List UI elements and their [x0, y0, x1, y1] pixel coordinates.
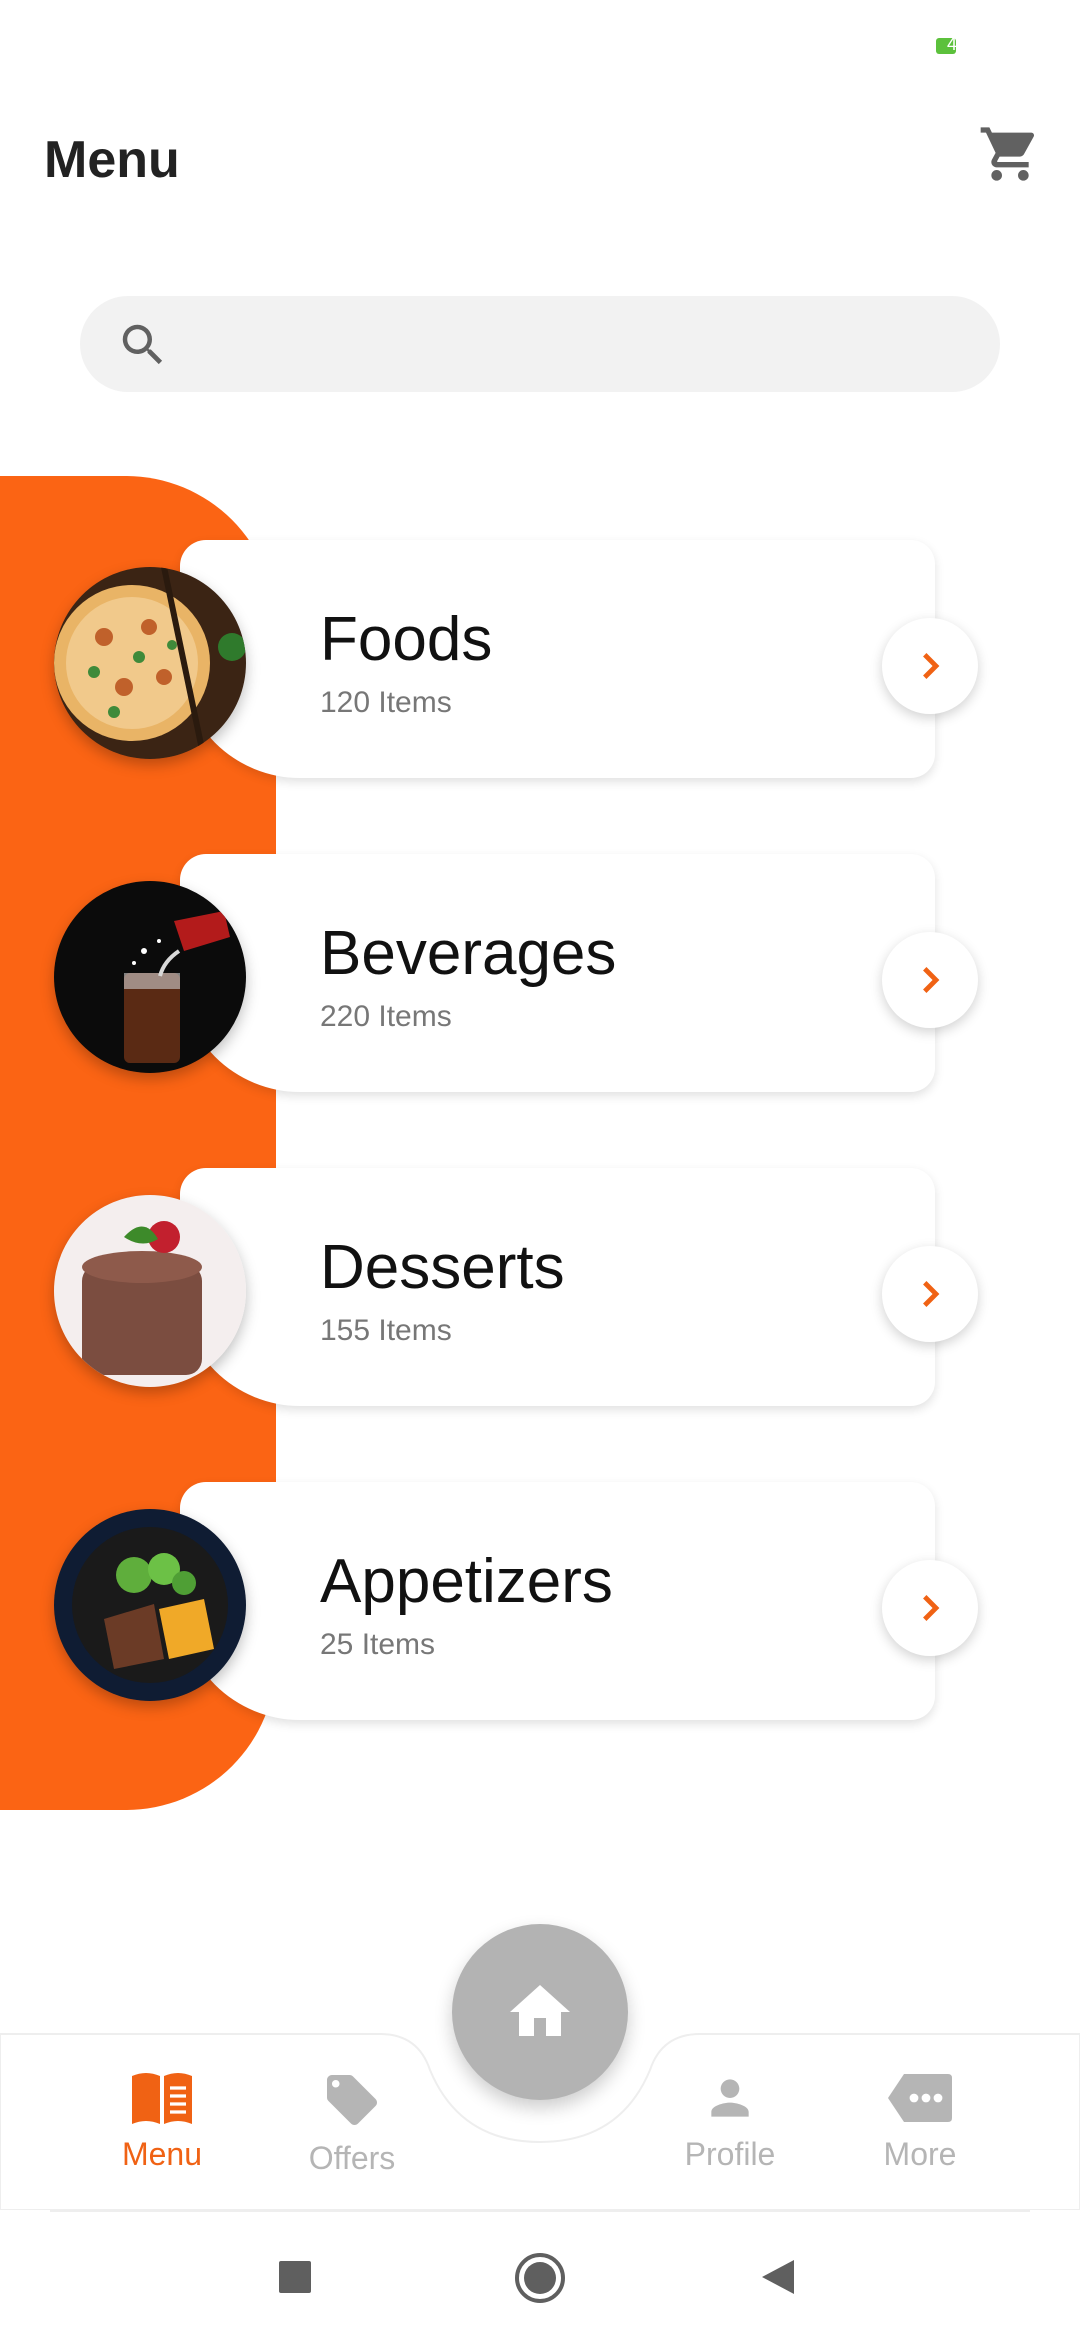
category-title: Beverages — [320, 919, 617, 988]
circle-icon — [515, 2253, 565, 2303]
status-bar: 4 — [0, 0, 1080, 90]
foods-image — [54, 567, 246, 759]
home-system-button[interactable] — [514, 2252, 566, 2309]
open-category-button[interactable] — [882, 1246, 978, 1342]
category-title: Desserts — [320, 1233, 565, 1302]
tag-icon — [327, 2075, 377, 2125]
open-category-button[interactable] — [882, 1560, 978, 1656]
nav-item-more[interactable]: More — [840, 2070, 1000, 2190]
app-bar: Menu — [0, 100, 1080, 220]
category-card-desserts[interactable]: Desserts 155 Items — [0, 1168, 1080, 1408]
category-title: Foods — [320, 605, 493, 674]
category-count: 120 Items — [320, 686, 452, 719]
category-count: 220 Items — [320, 1000, 452, 1033]
system-nav-bar — [0, 2212, 1080, 2340]
nav-item-menu[interactable]: Menu — [82, 2070, 242, 2190]
search-input[interactable] — [190, 296, 974, 394]
chevron-right-icon — [923, 967, 940, 993]
nav-item-profile[interactable]: Profile — [650, 2070, 810, 2190]
home-button[interactable] — [452, 1924, 628, 2100]
home-icon — [510, 1985, 570, 2036]
category-count: 155 Items — [320, 1314, 452, 1347]
appetizers-image — [54, 1509, 246, 1701]
desserts-image — [54, 1195, 246, 1387]
beverages-image — [54, 881, 246, 1073]
open-category-button[interactable] — [882, 932, 978, 1028]
category-card-appetizers[interactable]: Appetizers 25 Items — [0, 1482, 1080, 1722]
open-category-button[interactable] — [882, 618, 978, 714]
recent-apps-button[interactable] — [278, 2260, 312, 2299]
back-button[interactable] — [760, 2258, 796, 2301]
nav-item-offers[interactable]: Offers — [272, 2070, 432, 2190]
nav-label: Offers — [308, 2140, 396, 2176]
chevron-right-icon — [923, 1281, 940, 1307]
category-card-foods[interactable]: Foods 120 Items — [0, 540, 1080, 780]
square-icon — [279, 2261, 311, 2293]
cart-icon[interactable] — [978, 122, 1042, 186]
chevron-right-icon — [923, 1595, 940, 1621]
nav-label: Profile — [684, 2136, 776, 2172]
back-triangle-icon — [762, 2260, 794, 2294]
category-title: Appetizers — [320, 1547, 613, 1616]
battery-level: 4 — [947, 34, 958, 54]
page-title: Menu — [44, 131, 180, 189]
category-card-beverages[interactable]: Beverages 220 Items — [0, 854, 1080, 1094]
person-icon — [711, 2079, 749, 2117]
book-icon — [132, 2073, 192, 2124]
search-bar[interactable] — [80, 296, 1000, 394]
nav-label: Menu — [121, 2136, 203, 2172]
category-count: 25 Items — [320, 1628, 436, 1661]
search-icon — [122, 324, 163, 365]
chevron-right-icon — [923, 653, 940, 679]
card-body — [180, 540, 935, 778]
more-icon — [888, 2074, 952, 2122]
nav-label: More — [883, 2136, 957, 2172]
